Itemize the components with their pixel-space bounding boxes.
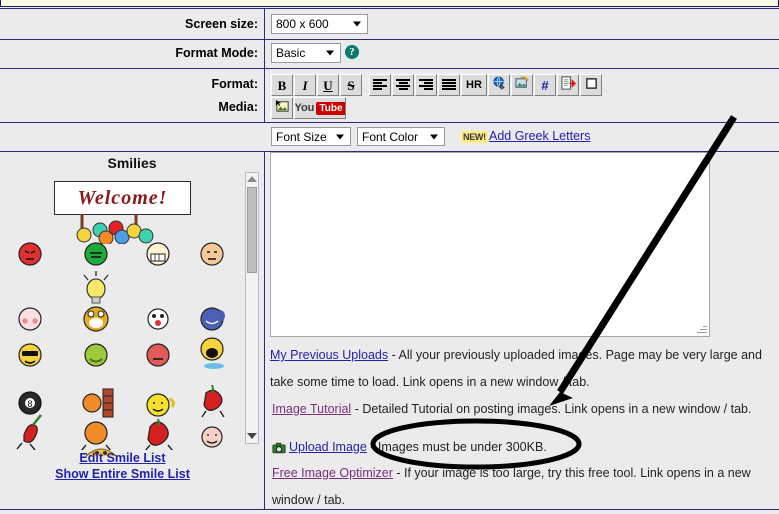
- align-left-button[interactable]: [369, 74, 391, 96]
- horizontal-rule-button[interactable]: HR: [461, 74, 487, 96]
- font-color-select[interactable]: Font Color: [357, 127, 445, 146]
- image-tutorial-link[interactable]: Image Tutorial: [272, 402, 351, 416]
- scroll-up-arrow-icon[interactable]: [247, 176, 257, 182]
- underline-button[interactable]: U: [317, 74, 339, 96]
- chevron-down-icon: [430, 134, 438, 139]
- format-label: Format:: [211, 77, 258, 91]
- info-line3-text: - Images must be under 300KB.: [366, 440, 547, 454]
- format-mode-value: Basic: [276, 46, 306, 60]
- upload-image-link[interactable]: Upload Image: [289, 440, 367, 454]
- strikethrough-glyph: S: [347, 77, 355, 93]
- italic-button[interactable]: I: [294, 74, 316, 96]
- insert-page-button[interactable]: [557, 74, 579, 96]
- media-label: Media:: [218, 100, 258, 114]
- strikethrough-button[interactable]: S: [340, 74, 362, 96]
- youtube-button[interactable]: You Tube: [294, 97, 346, 119]
- edit-smile-list-label: Edit Smile List: [79, 451, 166, 465]
- screen-size-select[interactable]: 800 x 600: [271, 14, 368, 34]
- welcome-banner-text: Welcome!: [77, 186, 168, 209]
- font-color-value: Font Color: [362, 129, 419, 144]
- insert-box-button[interactable]: [580, 74, 602, 96]
- edit-smile-list-link[interactable]: Edit Smile List: [0, 450, 245, 466]
- align-left-icon: [373, 79, 387, 91]
- scroll-down-arrow-icon[interactable]: [247, 433, 257, 439]
- help-icon[interactable]: ?: [345, 45, 359, 59]
- page-top-strip: [0, 0, 779, 7]
- hr-glyph: HR: [466, 78, 482, 91]
- free-image-optimizer-link[interactable]: Free Image Optimizer: [272, 466, 393, 480]
- show-entire-smile-list-label: Show Entire Smile List: [55, 467, 190, 481]
- svg-text:8: 8: [27, 399, 32, 409]
- smilies-grid[interactable]: 8: [0, 235, 245, 453]
- insert-link-button[interactable]: [488, 74, 510, 96]
- welcome-banner-hanger: [54, 214, 194, 247]
- hash-icon: #: [541, 77, 549, 93]
- message-textarea[interactable]: [270, 152, 710, 337]
- align-center-icon: [396, 79, 410, 91]
- italic-glyph: I: [302, 77, 308, 93]
- picture-cursor-icon: [275, 99, 290, 118]
- new-badge: NEW!: [461, 131, 488, 143]
- rule-under-format-mode: [0, 68, 779, 69]
- rule-under-format-row: [0, 122, 779, 123]
- insert-picture-button[interactable]: [271, 97, 293, 119]
- resize-grip-icon[interactable]: [697, 324, 707, 334]
- divider-label-column: [264, 9, 265, 122]
- info-paragraph-4: Free Image Optimizer - If your image is …: [272, 460, 772, 514]
- chevron-down-icon: [326, 50, 334, 56]
- info-line2-text: - Detailed Tutorial on posting images. L…: [351, 402, 752, 416]
- smilies-scrollbar[interactable]: [245, 172, 259, 444]
- rule-under-screen-size: [0, 39, 779, 40]
- chevron-down-icon: [353, 21, 361, 27]
- image-swap-icon: [514, 75, 530, 95]
- align-right-button[interactable]: [415, 74, 437, 96]
- smile-list-links: Edit Smile List Show Entire Smile List: [0, 450, 245, 482]
- rule-top: [0, 8, 779, 9]
- divider-smilies-column: [264, 152, 265, 509]
- underline-glyph: U: [323, 77, 333, 93]
- font-size-select[interactable]: Font Size: [271, 127, 351, 146]
- chevron-down-icon: [336, 134, 344, 139]
- globe-link-icon: [492, 75, 507, 95]
- align-center-button[interactable]: [392, 74, 414, 96]
- screen-size-value: 800 x 600: [276, 17, 329, 31]
- align-right-icon: [419, 79, 433, 91]
- add-greek-letters-link[interactable]: Add Greek Letters: [489, 129, 590, 143]
- show-entire-smile-list-link[interactable]: Show Entire Smile List: [0, 466, 245, 482]
- info-paragraph-2: Image Tutorial - Detailed Tutorial on po…: [272, 396, 772, 423]
- screen-size-label: Screen size:: [185, 17, 258, 31]
- align-justify-icon: [442, 79, 456, 91]
- insert-image-button[interactable]: [511, 74, 533, 96]
- camera-icon: [272, 440, 286, 460]
- smilies-panel-title: Smilies: [107, 155, 157, 171]
- info-paragraph-3: Upload Image - Images must be under 300K…: [272, 437, 772, 460]
- page-arrow-icon: [560, 75, 576, 95]
- my-previous-uploads-link[interactable]: My Previous Uploads: [270, 348, 388, 362]
- filled-box-icon: [585, 77, 598, 94]
- youtube-logo: You Tube: [295, 101, 345, 115]
- bold-glyph: B: [277, 77, 287, 93]
- font-size-value: Font Size: [276, 129, 327, 144]
- align-justify-button[interactable]: [438, 74, 460, 96]
- format-mode-select[interactable]: Basic: [271, 43, 341, 63]
- add-greek-letters-label: Add Greek Letters: [489, 129, 591, 143]
- format-mode-label: Format Mode:: [175, 46, 258, 60]
- scrollbar-thumb[interactable]: [247, 187, 257, 273]
- bold-button[interactable]: B: [271, 74, 293, 96]
- info-paragraph: My Previous Uploads - All your previousl…: [270, 342, 772, 396]
- insert-anchor-button[interactable]: #: [534, 74, 556, 96]
- welcome-banner[interactable]: Welcome!: [54, 181, 191, 215]
